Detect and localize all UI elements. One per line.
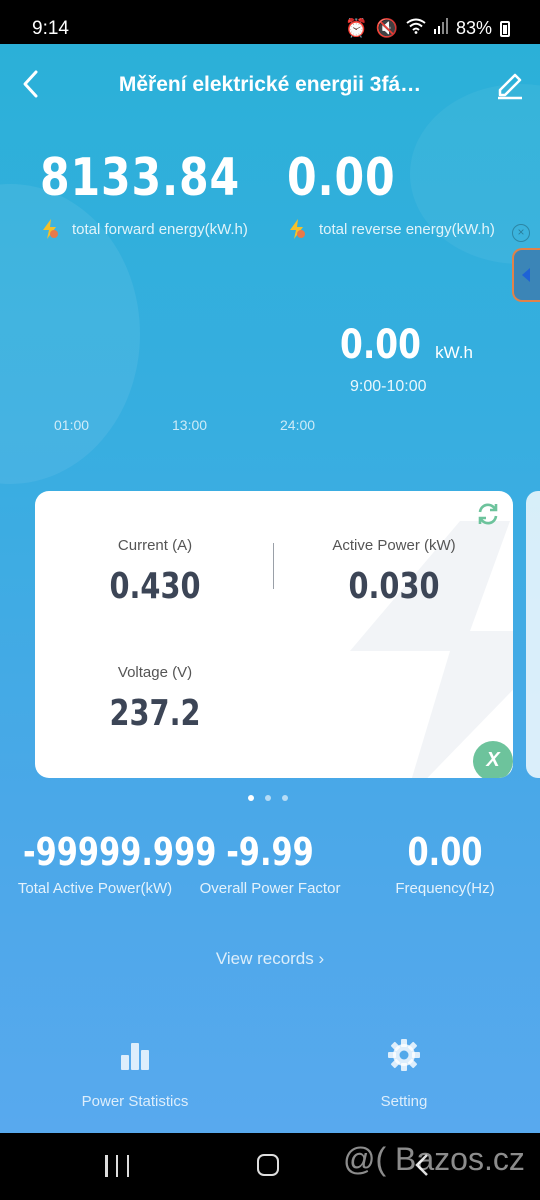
app-screen: Měření elektrické energii 3fá… 8133.84 t…: [0, 44, 540, 1133]
energy-bolt-icon: [290, 219, 305, 239]
mute-icon: 🔇: [375, 18, 398, 38]
page-title: Měření elektrické energii 3fá…: [118, 73, 422, 96]
current-value: 0.430: [109, 566, 201, 607]
divider: [273, 543, 274, 589]
forward-energy: 8133.84 total forward energy(kW.h): [40, 146, 284, 240]
wifi-icon: [406, 18, 426, 39]
side-panel-toggle[interactable]: [512, 248, 540, 302]
usage-value: 0.00: [340, 322, 421, 368]
metrics-card[interactable]: Current (A) 0.430 Active Power (kW) 0.03…: [35, 491, 513, 778]
energy-bolt-icon: [43, 219, 58, 239]
edit-button[interactable]: [494, 66, 526, 100]
tab-setting[interactable]: Setting: [314, 1038, 494, 1110]
reverse-energy-value: 0.00: [287, 148, 396, 208]
carousel-dot[interactable]: [248, 795, 254, 801]
chevron-right-icon: ›: [318, 949, 325, 968]
bar-chart-icon: [121, 1043, 149, 1070]
usage-range: 9:00-10:00: [350, 378, 427, 395]
tab-label: Setting: [380, 1093, 428, 1110]
x-button[interactable]: X: [473, 741, 513, 778]
usage-readout: 0.00 kW.h 9:00-10:00: [340, 322, 473, 395]
stat-value: -99999.999: [23, 830, 217, 874]
chart-axis-label: 24:00: [280, 417, 316, 433]
tab-label: Power Statistics: [81, 1093, 189, 1110]
carousel-dots: [248, 795, 288, 801]
active-power-metric: Active Power (kW) 0.030: [309, 537, 479, 607]
refresh-icon: [478, 503, 498, 525]
system-nav-bar: @( Bazos.cz: [0, 1133, 540, 1200]
close-icon[interactable]: ×: [512, 224, 530, 242]
reverse-energy: 0.00 total reverse energy(kW.h): [287, 146, 495, 240]
chart-axis-label: 13:00: [172, 417, 208, 433]
view-records-link[interactable]: View records ›: [0, 949, 540, 969]
pencil-icon: [498, 73, 522, 100]
chevron-left-icon: [23, 70, 38, 98]
signal-icon: [433, 18, 448, 39]
voltage-value: 237.2: [109, 693, 201, 734]
view-records-label: View records: [215, 949, 314, 968]
frequency-stat: 0.00 Frequency(Hz): [355, 830, 535, 897]
voltage-label: Voltage (V): [117, 664, 193, 681]
forward-energy-label: total forward energy(kW.h): [72, 220, 248, 238]
refresh-button[interactable]: [475, 501, 501, 527]
gear-icon: [388, 1039, 420, 1071]
stat-label: Overall Power Factor: [199, 880, 341, 897]
active-power-label: Active Power (kW): [332, 537, 456, 554]
stat-label: Frequency(Hz): [395, 880, 495, 897]
status-time: 9:14: [32, 18, 69, 39]
carousel-dot[interactable]: [265, 795, 271, 801]
header: Měření elektrické energii 3fá…: [0, 44, 540, 124]
reverse-energy-label: total reverse energy(kW.h): [319, 220, 495, 238]
status-bar: 9:14 ⏰ 🔇 83%: [0, 0, 540, 44]
active-power-value: 0.030: [348, 566, 440, 607]
voltage-metric: Voltage (V) 237.2: [70, 664, 240, 734]
stat-value: 0.00: [407, 830, 483, 874]
chart-axis-label: 01:00: [54, 417, 90, 433]
tab-power-statistics[interactable]: Power Statistics: [45, 1038, 225, 1110]
usage-unit: kW.h: [435, 343, 473, 362]
back-button[interactable]: [16, 66, 46, 102]
carousel-dot[interactable]: [282, 795, 288, 801]
current-label: Current (A): [117, 537, 193, 554]
battery-icon: [500, 20, 510, 37]
total-active-power-stat: -99999.999 Total Active Power(kW): [5, 830, 217, 897]
alarm-icon: ⏰: [345, 18, 368, 38]
watermark: @( Bazos.cz: [343, 1141, 525, 1177]
battery-percent: 83%: [455, 18, 492, 38]
home-button[interactable]: [257, 1154, 279, 1176]
next-card-peek[interactable]: [526, 491, 540, 778]
current-metric: Current (A) 0.430: [70, 537, 240, 607]
stat-label: Total Active Power(kW): [17, 880, 173, 897]
recent-apps-button[interactable]: [105, 1155, 129, 1177]
status-icons: ⏰ 🔇 83%: [345, 18, 510, 39]
forward-energy-value: 8133.84: [40, 148, 240, 208]
power-factor-stat: -9.99 Overall Power Factor: [180, 830, 360, 897]
stat-value: -9.99: [226, 830, 314, 874]
